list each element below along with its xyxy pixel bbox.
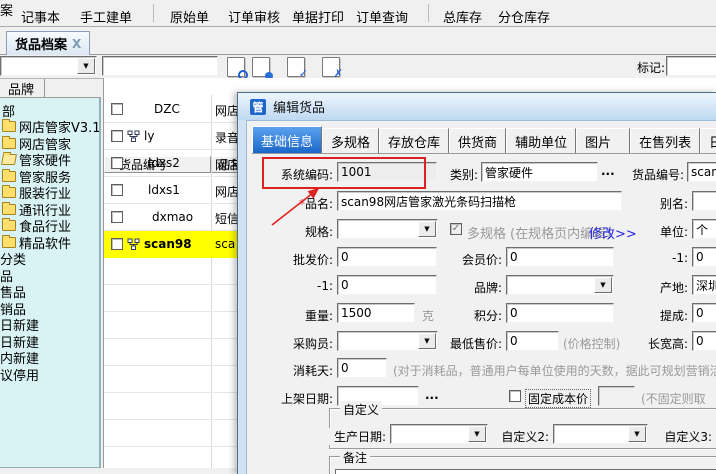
folder-open-icon — [1, 154, 17, 165]
row-name-fragment: 网店 — [215, 156, 237, 173]
dialog-icon: 管 — [250, 99, 266, 115]
toolbar-item-order-query[interactable]: 订单查询 — [356, 7, 408, 26]
folder-icon — [2, 237, 16, 248]
category-tree: 部 网店管家V3.1 网店管家 管家硬件 管家服务 服装行业 通讯行业 食品行业… — [0, 98, 101, 468]
tree-item[interactable]: 服装行业 — [0, 185, 99, 202]
row-name-fragment: 录音 — [215, 129, 237, 146]
filter-bar: ▼ ✓ ✗ 标记: — [0, 55, 716, 79]
row-name-fragment: 网店 — [215, 102, 237, 119]
row-checkbox[interactable] — [111, 211, 123, 223]
top-toolbar: 案 记事本 手工建单 原始单 订单审核 单据打印 订单查询 总库存 分仓库存 — [0, 0, 716, 27]
tree-item[interactable]: 网店管家 — [0, 135, 99, 152]
search-input[interactable] — [102, 56, 218, 76]
workspace-tabbar: 货品档案 X — [0, 28, 716, 55]
sidebar-tab-brand[interactable]: 品牌 — [0, 79, 45, 97]
toolbar-item-order-review[interactable]: 订单审核 — [228, 7, 280, 26]
mark-label: 标记: — [637, 59, 665, 76]
tab-on-sale-list[interactable]: 在售列表 — [630, 128, 700, 153]
row-code: DZC — [154, 102, 180, 116]
dialog-title: 编辑货品 — [273, 97, 325, 116]
table-row[interactable]: ldxs1 网店 — [104, 177, 237, 204]
table-row[interactable]: DZC 网店 — [104, 96, 237, 123]
folder-icon — [2, 171, 16, 182]
row-checkbox[interactable] — [111, 184, 123, 196]
folder-icon — [2, 187, 16, 198]
toolbar-item-manual-order[interactable]: 手工建单 — [80, 7, 132, 26]
tree-item[interactable]: 精品软件 — [0, 234, 99, 251]
tab-log[interactable]: 日志 — [700, 128, 716, 153]
row-code: ly — [144, 129, 154, 143]
tab-goods-archive[interactable]: 货品档案 X — [6, 31, 90, 55]
table-row[interactable]: ldxs2 网店 — [104, 150, 237, 177]
shared-item-icon — [127, 238, 140, 251]
tab-supplier[interactable]: 供货商 — [449, 128, 506, 153]
toolbar-separator — [428, 4, 429, 22]
tab-multi-spec[interactable]: 多规格 — [322, 128, 379, 153]
row-checkbox[interactable] — [111, 157, 123, 169]
row-checkbox[interactable] — [111, 130, 123, 142]
tree-item[interactable]: 食品行业 — [0, 218, 99, 235]
shared-item-icon — [127, 130, 140, 143]
tree-item[interactable]: 部 — [0, 102, 99, 119]
toolbar-item-total-stock[interactable]: 总库存 — [443, 7, 482, 26]
tree-item[interactable]: 销品 — [0, 300, 99, 317]
delete-goods-icon[interactable]: ✗ — [322, 57, 340, 77]
tab-goods-archive-label: 货品档案 — [15, 34, 67, 53]
tree-item[interactable]: 议停用 — [0, 366, 99, 383]
row-checkbox[interactable] — [111, 103, 123, 115]
row-name-fragment: 网店 — [215, 183, 237, 200]
tree-item[interactable]: 管家服务 — [0, 168, 99, 185]
row-code: scan98 — [144, 237, 192, 251]
tree-item-selected[interactable]: 管家硬件 — [0, 152, 99, 169]
mark-input[interactable] — [666, 56, 716, 76]
tree-item[interactable]: 网店管家V3.1 — [0, 119, 99, 136]
toolbar-item-partial[interactable]: 案 — [0, 0, 13, 19]
toolbar-item-warehouse-stock[interactable]: 分仓库存 — [498, 7, 550, 26]
new-goods-icon[interactable] — [252, 57, 270, 77]
row-code: dxmao — [152, 210, 193, 224]
table-row[interactable]: dxmao 短信 — [104, 204, 237, 231]
tree-item[interactable]: 内新建 — [0, 350, 99, 367]
approve-goods-icon[interactable]: ✓ — [287, 57, 305, 77]
tree-item[interactable]: 品 — [0, 267, 99, 284]
tree-item[interactable]: 日新建 — [0, 317, 99, 334]
row-code: ldxs1 — [148, 183, 180, 197]
tab-warehouse[interactable]: 存放仓库 — [379, 128, 449, 153]
app-window: 案 记事本 手工建单 原始单 订单审核 单据打印 订单查询 总库存 分仓库存 货… — [0, 0, 716, 474]
dialog-tabstrip: 基础信息 多规格 存放仓库 供货商 辅助单位 图片 在售列表 日志 — [252, 128, 716, 154]
folder-icon — [2, 138, 16, 149]
search-goods-icon[interactable] — [227, 57, 245, 77]
row-name-fragment: sca — [215, 237, 237, 251]
tab-aux-unit[interactable]: 辅助单位 — [506, 128, 576, 153]
toolbar-item-notepad[interactable]: 记事本 — [21, 7, 60, 26]
row-name-fragment: 短信 — [215, 210, 237, 227]
folder-icon — [2, 204, 16, 215]
table-row[interactable]: ly 录音 — [104, 123, 237, 150]
dialog-titlebar[interactable]: 管 编辑货品 — [238, 93, 716, 120]
toolbar-separator — [153, 4, 154, 22]
tree-item[interactable]: 日新建 — [0, 333, 99, 350]
dialog-client-area — [246, 120, 716, 474]
category-filter-dropdown[interactable]: ▼ — [0, 56, 97, 76]
table-row-selected[interactable]: scan98 sca — [104, 231, 237, 258]
tab-picture[interactable]: 图片 — [576, 128, 630, 153]
folder-icon — [2, 220, 16, 231]
toolbar-bottom-line — [0, 26, 716, 27]
tree-item[interactable]: 售品 — [0, 284, 99, 301]
tab-basic-info[interactable]: 基础信息 — [252, 126, 322, 153]
row-checkbox[interactable] — [111, 238, 123, 250]
tree-item[interactable]: 通讯行业 — [0, 201, 99, 218]
tree-item[interactable]: 分类 — [0, 251, 99, 268]
folder-icon — [2, 121, 16, 132]
chevron-down-icon[interactable]: ▼ — [77, 58, 95, 74]
sidebar-tab-brand-label: 品牌 — [0, 79, 34, 98]
toolbar-item-doc-print[interactable]: 单据打印 — [292, 7, 344, 26]
toolbar-item-original-order[interactable]: 原始单 — [170, 7, 209, 26]
close-tab-icon[interactable]: X — [72, 37, 81, 51]
row-code: ldxs2 — [148, 156, 180, 170]
